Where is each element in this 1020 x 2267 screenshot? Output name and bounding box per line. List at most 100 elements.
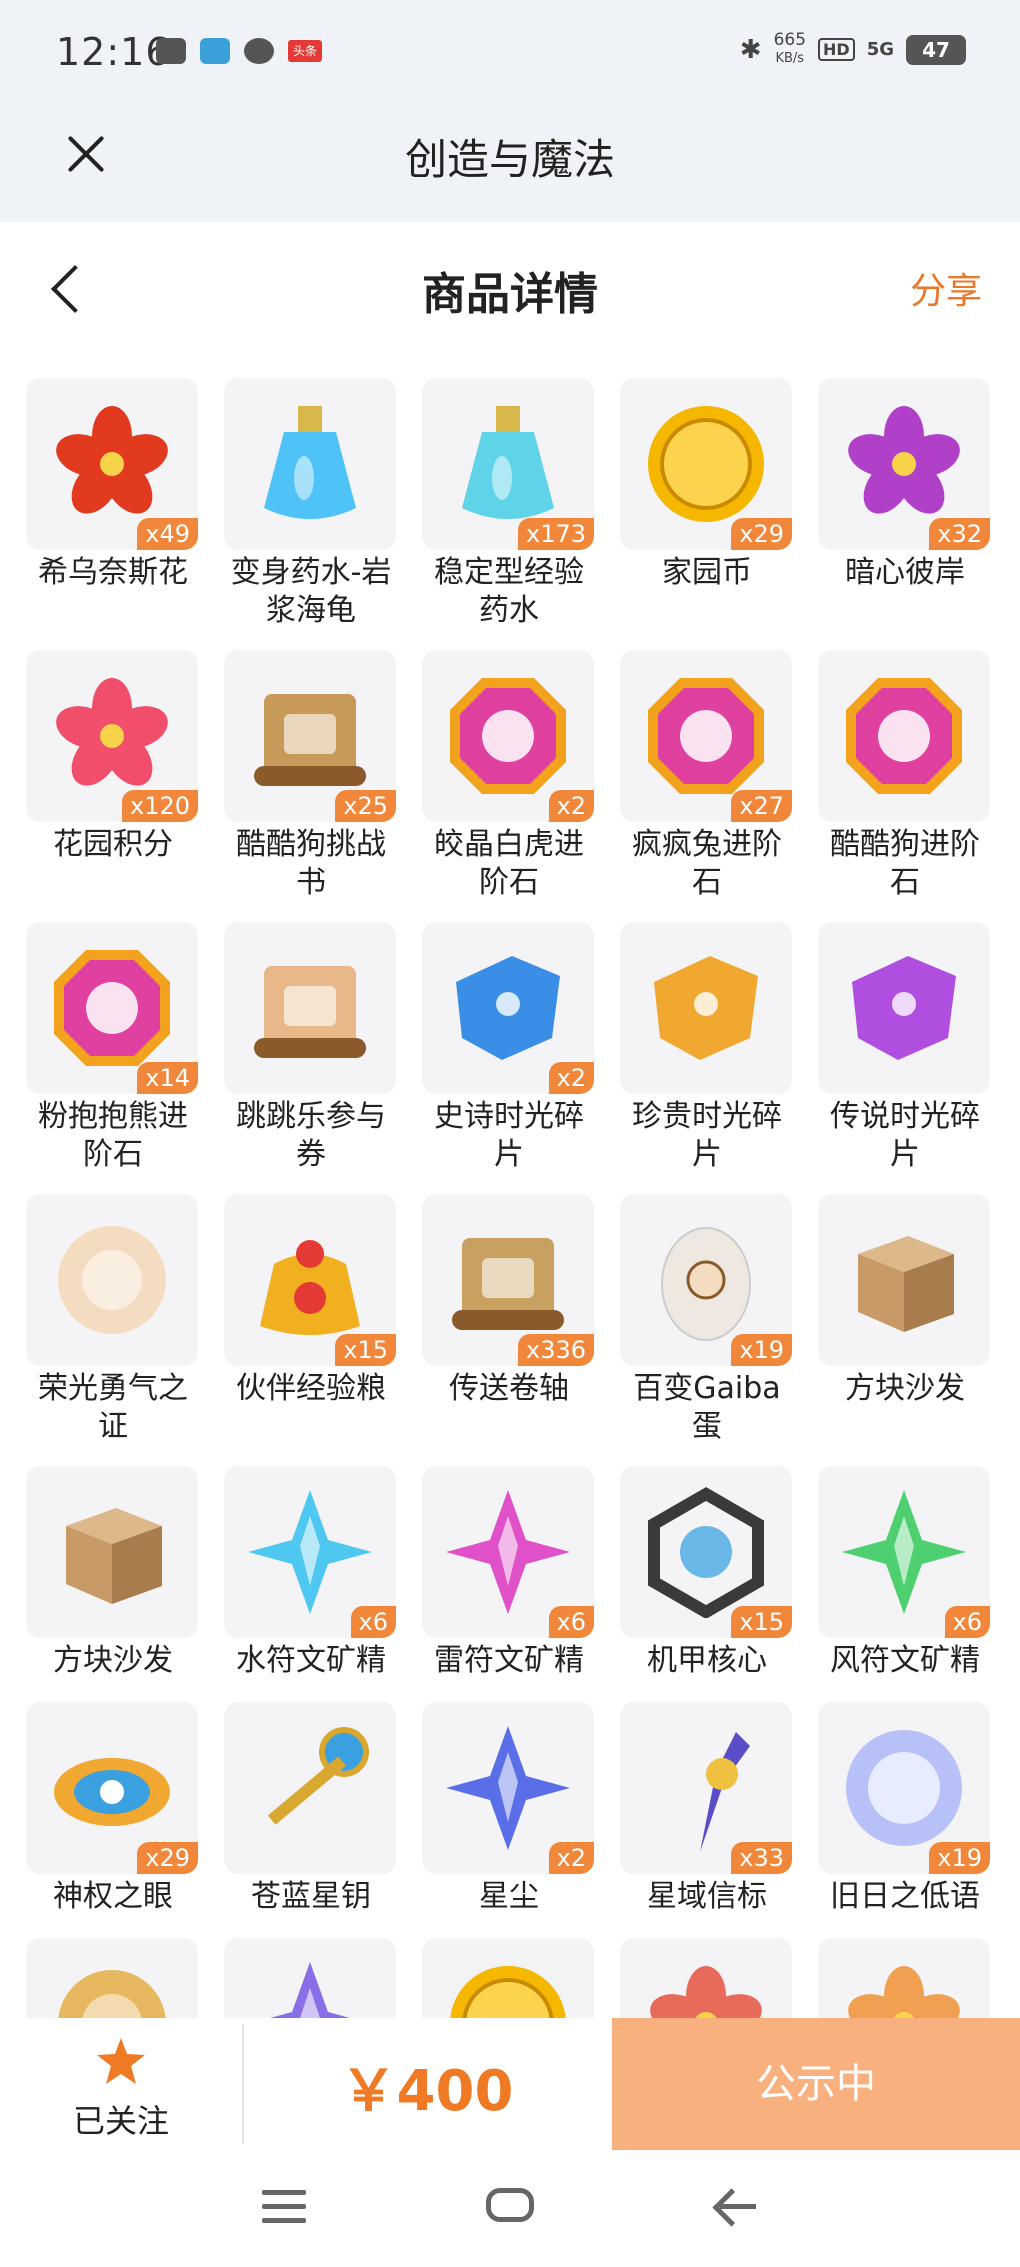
item-card[interactable]: x32 暗心彼岸 <box>818 378 992 592</box>
home-icon[interactable] <box>486 2188 534 2222</box>
item-card[interactable]: x2 皎晶白虎进阶石 <box>422 650 596 902</box>
item-name: 方块沙发 <box>53 1643 173 1678</box>
item-card[interactable]: x6 雷符文矿精 <box>422 1466 596 1680</box>
item-name: 暗心彼岸 <box>845 555 965 590</box>
item-thumbnail: x336 <box>422 1194 594 1366</box>
item-name: 星域信标 <box>647 1879 767 1914</box>
system-status: ✱ 665 KB/s HD 5G 47 <box>740 32 966 67</box>
item-grid: x49 希乌奈斯花 变身药水-岩浆海龟 x173 稳定型经验药水 x29 家园币 x32 暗心彼… <box>26 378 996 2018</box>
item-card[interactable] <box>224 1938 398 2018</box>
gold-coin-icon <box>450 1966 566 2018</box>
food-bag-icon <box>260 1240 360 1335</box>
crystal-pink-icon <box>446 1490 570 1614</box>
item-card[interactable]: x2 史诗时光碎片 <box>422 922 596 1174</box>
item-card[interactable]: 变身药水-岩浆海龟 <box>224 378 398 630</box>
news-app-icon: 头条 <box>288 40 322 62</box>
item-card[interactable]: 荣光勇气之证 <box>26 1194 200 1446</box>
item-quantity-badge: x33 <box>731 1842 792 1874</box>
crystal-cyan-icon <box>248 1490 372 1614</box>
item-card[interactable]: x19 百变Gaiba蛋 <box>620 1194 794 1446</box>
bottom-action-bar: 已关注 ￥400 公示中 <box>0 2018 1020 2150</box>
page-header: 商品详情 分享 <box>0 222 1020 352</box>
item-thumbnail: x32 <box>818 378 990 550</box>
publicity-status-button[interactable]: 公示中 <box>612 2018 1020 2150</box>
item-quantity-badge: x120 <box>121 790 198 822</box>
item-card[interactable] <box>26 1938 200 2018</box>
item-thumbnail <box>818 922 990 1094</box>
item-card[interactable]: x29 家园币 <box>620 378 794 592</box>
app-notification-icon <box>200 38 230 64</box>
item-thumbnail: x29 <box>620 378 792 550</box>
item-name: 苍蓝星钥 <box>251 1879 371 1914</box>
item-card[interactable]: x6 水符文矿精 <box>224 1466 398 1680</box>
item-thumbnail <box>26 1194 198 1366</box>
item-card[interactable]: 酷酷狗进阶石 <box>818 650 992 902</box>
item-card[interactable]: 跳跳乐参与券 <box>224 922 398 1174</box>
item-name: 星尘 <box>479 1879 539 1914</box>
item-card[interactable] <box>818 1938 992 2018</box>
item-card[interactable]: 苍蓝星钥 <box>224 1702 398 1916</box>
item-card[interactable]: x120 花园积分 <box>26 650 200 864</box>
item-card[interactable]: x15 机甲核心 <box>620 1466 794 1680</box>
share-button[interactable]: 分享 <box>910 262 982 314</box>
item-card[interactable] <box>422 1938 596 2018</box>
item-quantity-badge: x32 <box>929 518 990 550</box>
item-card[interactable]: x49 希乌奈斯花 <box>26 378 200 592</box>
honor-emblem-icon <box>58 1226 166 1334</box>
potion-bottle-icon <box>264 406 356 519</box>
item-thumbnail <box>818 650 990 822</box>
box-icon <box>66 1508 162 1604</box>
ticket-icon <box>254 966 366 1058</box>
item-quantity-badge: x2 <box>548 1062 594 1094</box>
item-name: 传送卷轴 <box>449 1371 569 1406</box>
item-card[interactable]: 方块沙发 <box>818 1194 992 1408</box>
eye-crown-icon <box>54 1758 170 1826</box>
item-thumbnail <box>224 1938 396 2018</box>
item-card[interactable]: x14 粉抱抱熊进阶石 <box>26 922 200 1174</box>
follow-button[interactable]: 已关注 <box>0 2018 242 2150</box>
item-name: 疯疯兔进阶石 <box>632 827 782 900</box>
item-card[interactable]: x15 伙伴经验粮 <box>224 1194 398 1408</box>
battery-icon: 47 <box>906 34 966 65</box>
teleport-scroll-icon <box>452 1238 564 1330</box>
item-thumbnail: x2 <box>422 922 594 1094</box>
item-thumbnail: x33 <box>620 1702 792 1874</box>
item-card[interactable]: x33 星域信标 <box>620 1702 794 1916</box>
item-name: 家园币 <box>662 555 752 590</box>
item-quantity-badge: x173 <box>517 518 594 550</box>
flower-orange-icon <box>848 1966 960 2018</box>
item-card[interactable]: x6 风符文矿精 <box>818 1466 992 1680</box>
item-card[interactable]: x27 疯疯兔进阶石 <box>620 650 794 902</box>
item-card[interactable]: 传说时光碎片 <box>818 922 992 1174</box>
system-back-icon[interactable] <box>712 2186 758 2226</box>
item-thumbnail: x6 <box>422 1466 594 1638</box>
shard-blue-icon <box>456 956 560 1060</box>
item-name: 传说时光碎片 <box>830 1099 980 1172</box>
item-thumbnail: x120 <box>26 650 198 822</box>
item-quantity-badge: x6 <box>548 1606 594 1638</box>
chat-bubble-icon <box>244 38 274 64</box>
item-quantity-badge: x6 <box>944 1606 990 1638</box>
item-card[interactable]: x173 稳定型经验药水 <box>422 378 596 630</box>
page-title: 商品详情 <box>422 269 598 320</box>
item-name: 百变Gaiba蛋 <box>633 1371 781 1444</box>
item-card[interactable]: x2 星尘 <box>422 1702 596 1916</box>
item-thumbnail: x6 <box>818 1466 990 1638</box>
item-card[interactable]: x336 传送卷轴 <box>422 1194 596 1408</box>
box-icon <box>858 1236 954 1332</box>
item-card[interactable]: 珍贵时光碎片 <box>620 922 794 1174</box>
flower-red-icon <box>650 1966 762 2018</box>
item-quantity-badge: x15 <box>731 1606 792 1638</box>
item-card[interactable]: x25 酷酷狗挑战书 <box>224 650 398 902</box>
item-name: 希乌奈斯花 <box>38 555 188 590</box>
item-card[interactable]: x29 神权之眼 <box>26 1702 200 1916</box>
item-name: 跳跳乐参与券 <box>236 1099 386 1172</box>
item-name: 伙伴经验粮 <box>236 1371 386 1406</box>
item-thumbnail: x14 <box>26 922 198 1094</box>
menu-icon[interactable] <box>262 2190 306 2224</box>
item-card[interactable]: x19 旧日之低语 <box>818 1702 992 1916</box>
crystal-green-icon <box>842 1490 966 1614</box>
beacon-icon <box>700 1732 750 1852</box>
item-card[interactable]: 方块沙发 <box>26 1466 200 1680</box>
item-card[interactable] <box>620 1938 794 2018</box>
